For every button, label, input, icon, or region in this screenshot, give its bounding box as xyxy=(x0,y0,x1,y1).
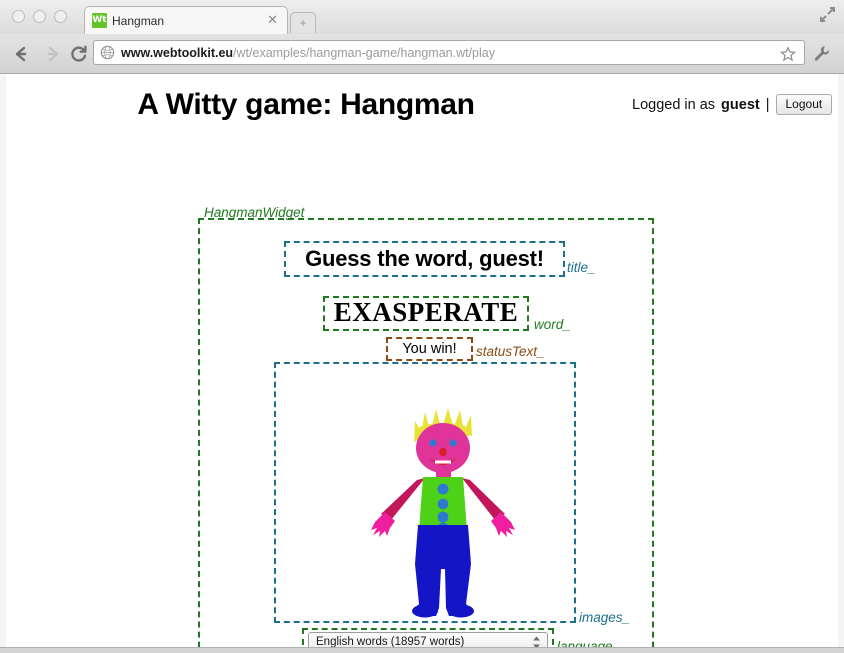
url-path: /wt/examples/hangman-game/hangman.wt/pla… xyxy=(233,45,495,60)
logout-button[interactable]: Logout xyxy=(775,94,833,115)
reload-button[interactable] xyxy=(67,42,91,66)
annotation-label-language: language_ xyxy=(557,639,621,647)
back-button[interactable] xyxy=(10,42,34,66)
status-bar xyxy=(0,647,844,653)
stepper-up-down-icon[interactable] xyxy=(531,635,542,647)
navigation-toolbar: www.webtoolkit.eu/wt/examples/hangman-ga… xyxy=(0,34,844,73)
session-info: Logged in as guest | Logout xyxy=(632,94,833,115)
globe-icon xyxy=(100,45,115,60)
minimize-window-button[interactable] xyxy=(33,10,46,23)
page-title: A Witty game: Hangman xyxy=(137,88,475,121)
game-word: EXASPERATE xyxy=(333,297,519,327)
title-bar: Wt Hangman ✕ + xyxy=(0,0,844,34)
logged-in-label: Logged in as xyxy=(632,96,716,113)
username: guest xyxy=(721,96,760,113)
address-bar[interactable]: www.webtoolkit.eu/wt/examples/hangman-ga… xyxy=(93,40,805,65)
annotation-label-images: images_ xyxy=(579,610,631,625)
url-domain: www.webtoolkit.eu xyxy=(121,45,234,60)
status-badge: You win! xyxy=(402,341,457,357)
hangman-character-image xyxy=(367,404,527,619)
arrow-left-icon xyxy=(15,46,27,62)
language-select-value: English words (18957 words) xyxy=(316,636,465,647)
arrow-right-icon xyxy=(47,46,59,62)
wt-logo-icon: Wt xyxy=(92,13,107,28)
wrench-icon[interactable] xyxy=(813,45,830,62)
annotation-label-statustext: statusText_ xyxy=(476,344,545,359)
new-tab-button[interactable]: + xyxy=(290,12,316,33)
star-icon[interactable] xyxy=(779,46,797,62)
fullscreen-icon[interactable] xyxy=(817,5,837,25)
page-viewport: A Witty game: Hangman Logged in as guest… xyxy=(6,74,838,647)
url-text: www.webtoolkit.eu/wt/examples/hangman-ga… xyxy=(121,46,495,60)
annotation-label-title: title_ xyxy=(567,260,596,275)
annotation-label-word: word_ xyxy=(534,317,571,332)
close-window-button[interactable] xyxy=(12,10,25,23)
annotation-label-hangmanwidget: HangmanWidget xyxy=(204,205,305,220)
browser-tab-hangman[interactable]: Wt Hangman ✕ xyxy=(84,6,288,34)
language-select[interactable]: English words (18957 words) xyxy=(308,632,548,647)
forward-button[interactable] xyxy=(40,42,64,66)
tab-title: Hangman xyxy=(112,13,165,28)
game-title: Guess the word, guest! xyxy=(305,246,544,271)
browser-chrome: Wt Hangman ✕ + www.webtoolkit.eu/wt/exam… xyxy=(0,0,844,74)
browser-window: Wt Hangman ✕ + www.webtoolkit.eu/wt/exam… xyxy=(0,0,844,653)
page-header: A Witty game: Hangman Logged in as guest… xyxy=(6,88,838,132)
close-icon[interactable]: ✕ xyxy=(266,14,279,27)
plus-icon: + xyxy=(299,16,307,30)
maximize-window-button[interactable] xyxy=(54,10,67,23)
separator: | xyxy=(765,96,770,113)
reload-icon xyxy=(71,45,87,62)
window-controls xyxy=(12,10,67,23)
